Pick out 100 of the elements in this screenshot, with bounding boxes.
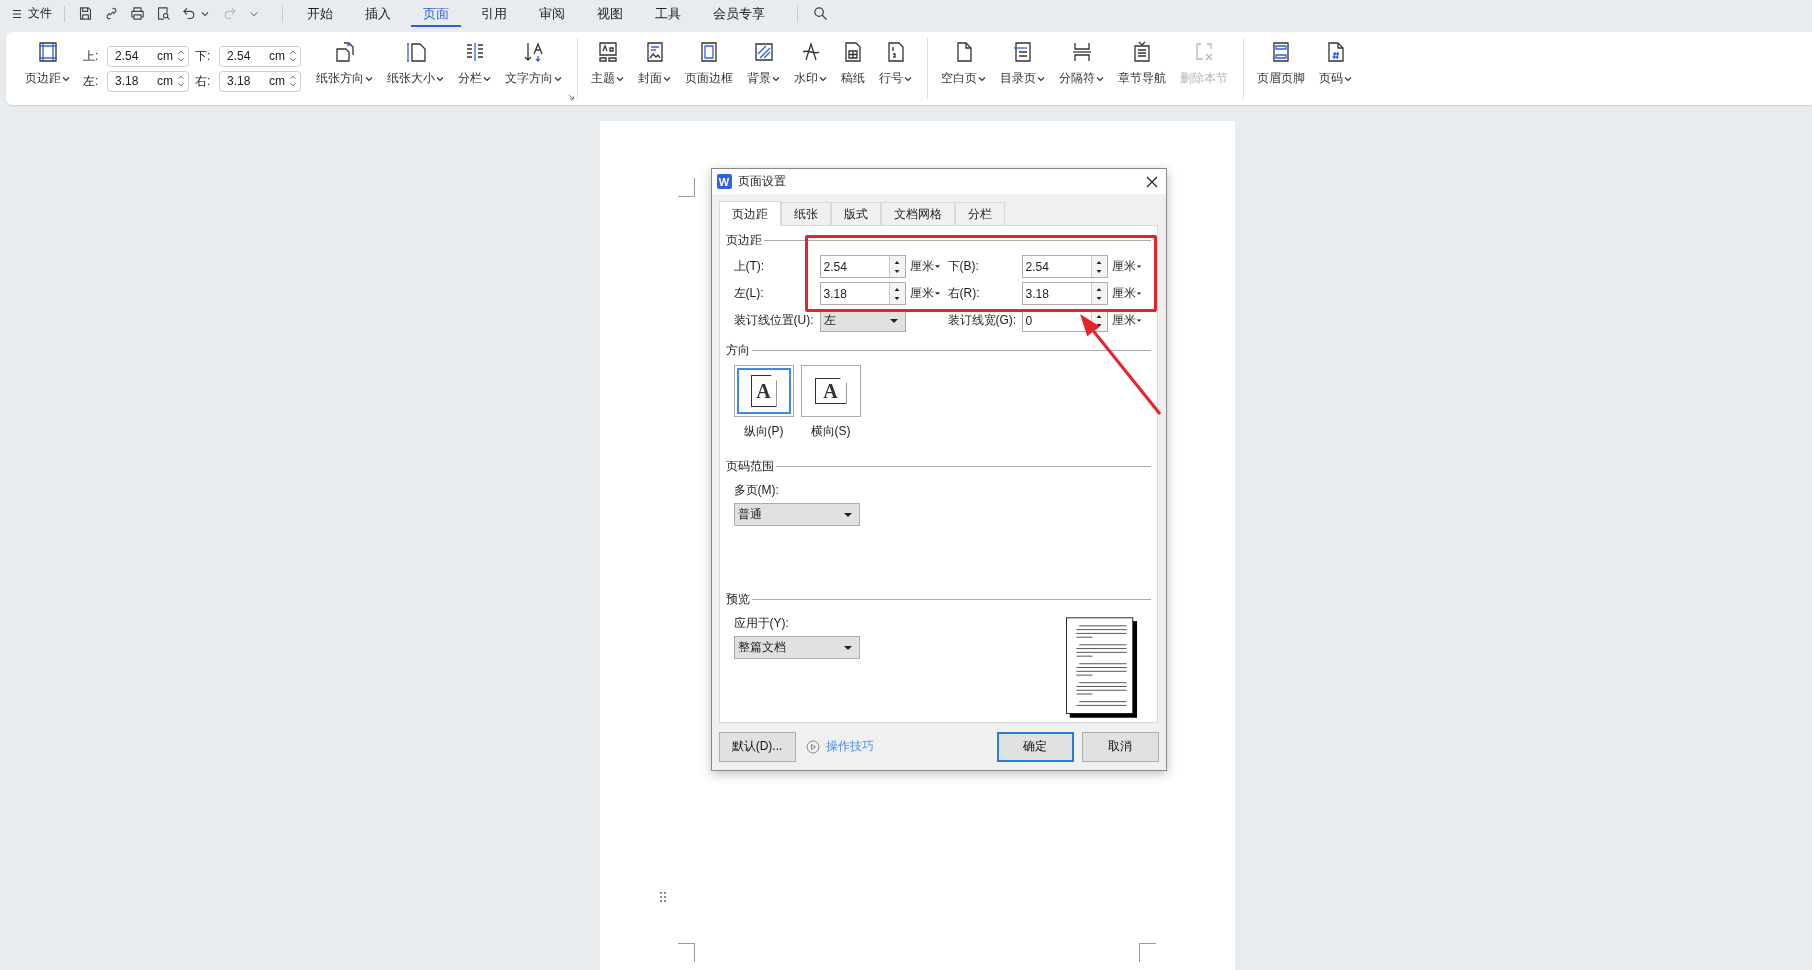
spinner[interactable] xyxy=(1090,283,1107,304)
caret-icon[interactable] xyxy=(1135,317,1142,324)
dropdown[interactable]: 普通 xyxy=(733,503,860,526)
section-heading: 页码范围 xyxy=(725,458,774,475)
ribbon-button[interactable]: 页码 xyxy=(1314,32,1357,105)
link-icon[interactable] xyxy=(103,5,120,22)
dialog-button[interactable]: 取消 xyxy=(1081,731,1159,762)
caret-icon[interactable] xyxy=(1344,74,1352,83)
field-label: 下(B): xyxy=(947,258,980,275)
file-menu[interactable]: 文件 xyxy=(28,5,52,22)
dialog-tab[interactable]: 纸张 xyxy=(780,202,831,225)
caret-icon[interactable] xyxy=(933,263,941,270)
ribbon-button[interactable]: 章节导航 xyxy=(1113,32,1171,105)
caret-icon[interactable] xyxy=(62,74,70,83)
dialog-title: 页面设置 xyxy=(737,173,787,190)
orientation-option[interactable]: A xyxy=(733,365,794,417)
ribbon-button[interactable]: 空白页 xyxy=(936,32,991,105)
ribbon-tab[interactable]: 开始 xyxy=(295,0,345,27)
caret-icon[interactable] xyxy=(554,74,562,83)
caret-icon[interactable] xyxy=(616,74,624,83)
orientation-option[interactable]: A xyxy=(800,365,861,417)
menu-icon[interactable] xyxy=(12,8,22,19)
caret-icon[interactable] xyxy=(842,643,853,652)
caret-icon[interactable] xyxy=(842,510,853,519)
caret-icon[interactable] xyxy=(483,74,491,83)
ribbon-button[interactable]: 页面边框 xyxy=(680,32,738,105)
caret-icon[interactable] xyxy=(888,316,899,325)
input-field[interactable]: 2.54 xyxy=(819,255,906,278)
field-label: 多页(M): xyxy=(732,482,780,499)
margin-input[interactable]: 3.18 cm xyxy=(219,70,301,92)
field-label: 左(L): xyxy=(733,285,765,302)
dialog-tab[interactable]: 版式 xyxy=(830,202,881,225)
caret-icon[interactable] xyxy=(365,74,373,83)
ribbon-tab[interactable]: 视图 xyxy=(585,0,635,27)
play-icon[interactable] xyxy=(805,739,820,754)
margin-input[interactable]: 2.54 cm xyxy=(107,45,189,67)
ribbon-button[interactable]: 行号 xyxy=(874,32,917,105)
caret-icon[interactable] xyxy=(1135,263,1142,270)
ribbon-tab[interactable]: 工具 xyxy=(643,0,693,27)
ribbon-button[interactable]: 页眉页脚 xyxy=(1252,32,1310,105)
dialog-launcher-icon[interactable] xyxy=(568,94,575,101)
caret-icon[interactable] xyxy=(819,74,827,83)
field-label: 装订线宽(G): xyxy=(947,312,1018,329)
ribbon-button[interactable]: 纸张大小 xyxy=(382,32,449,105)
unit-dropdown[interactable]: 厘米 xyxy=(1107,258,1142,275)
ribbon-button[interactable]: 水印 xyxy=(789,32,832,105)
ribbon-button[interactable]: 稿纸 xyxy=(836,32,870,105)
caret-icon[interactable] xyxy=(663,74,671,83)
spinner[interactable] xyxy=(888,256,905,277)
input-field[interactable]: 3.18 xyxy=(1021,282,1108,305)
ribbon-button[interactable]: 页边距 xyxy=(20,32,75,105)
ribbon-button[interactable]: 分栏 xyxy=(453,32,496,105)
unit-dropdown[interactable]: 厘米 xyxy=(1107,312,1142,329)
dialog-tab[interactable]: 分栏 xyxy=(954,202,1005,225)
ribbon-button[interactable]: 纸张方向 xyxy=(311,32,378,105)
caret-icon[interactable] xyxy=(1037,74,1045,83)
caret-icon[interactable] xyxy=(933,290,941,297)
section-heading: 预览 xyxy=(725,591,750,608)
caret-icon[interactable] xyxy=(1135,290,1142,297)
print-preview-icon[interactable] xyxy=(155,5,172,22)
input-field[interactable]: 3.18 xyxy=(819,282,906,305)
dropdown[interactable]: 整篇文档 xyxy=(733,636,860,659)
ribbon-button[interactable]: 目录页 xyxy=(995,32,1050,105)
ribbon-tab[interactable]: 审阅 xyxy=(527,0,577,27)
ribbon-button[interactable]: 封面 xyxy=(633,32,676,105)
ribbon-tab[interactable]: 插入 xyxy=(353,0,403,27)
ribbon-button[interactable]: 分隔符 xyxy=(1054,32,1109,105)
spinner-icon xyxy=(177,48,185,64)
ribbon-tab[interactable]: 引用 xyxy=(469,0,519,27)
margin-label: 上: xyxy=(83,47,100,65)
margin-input[interactable]: 3.18 cm xyxy=(107,70,189,92)
search-icon[interactable] xyxy=(812,5,829,22)
margin-input[interactable]: 2.54 cm xyxy=(219,45,301,67)
field-label: 应用于(Y): xyxy=(732,615,790,632)
caret-icon[interactable] xyxy=(904,74,912,83)
ribbon-button[interactable]: 背景 xyxy=(742,32,785,105)
ribbon-tab[interactable]: 页面 xyxy=(411,0,461,27)
unit-dropdown[interactable]: 厘米 xyxy=(905,258,948,275)
dialog-tab[interactable]: 页边距 xyxy=(718,201,781,226)
caret-icon[interactable] xyxy=(772,74,780,83)
ribbon-button[interactable]: 主题 xyxy=(586,32,629,105)
caret-icon[interactable] xyxy=(1096,74,1104,83)
ribbon-tab[interactable]: 会员专享 xyxy=(701,0,777,27)
print-icon[interactable] xyxy=(129,5,146,22)
dialog-button[interactable]: 确定 xyxy=(996,731,1074,762)
spinner-icon xyxy=(289,73,297,89)
spinner[interactable] xyxy=(888,283,905,304)
spinner[interactable] xyxy=(1090,256,1107,277)
drag-handle-icon[interactable] xyxy=(658,891,667,903)
unit-dropdown[interactable]: 厘米 xyxy=(1107,285,1142,302)
dialog-tab[interactable]: 文档网格 xyxy=(880,202,955,225)
save-icon[interactable] xyxy=(77,5,94,22)
default-button[interactable]: 默认(D)... xyxy=(718,731,796,762)
caret-icon[interactable] xyxy=(436,74,444,83)
caret-icon[interactable] xyxy=(978,74,986,83)
spinner-icon xyxy=(177,73,185,89)
close-icon[interactable] xyxy=(1145,175,1158,188)
ribbon-button[interactable]: 文字方向 xyxy=(500,32,567,105)
unit-dropdown[interactable]: 厘米 xyxy=(905,285,948,302)
input-field[interactable]: 2.54 xyxy=(1021,255,1108,278)
